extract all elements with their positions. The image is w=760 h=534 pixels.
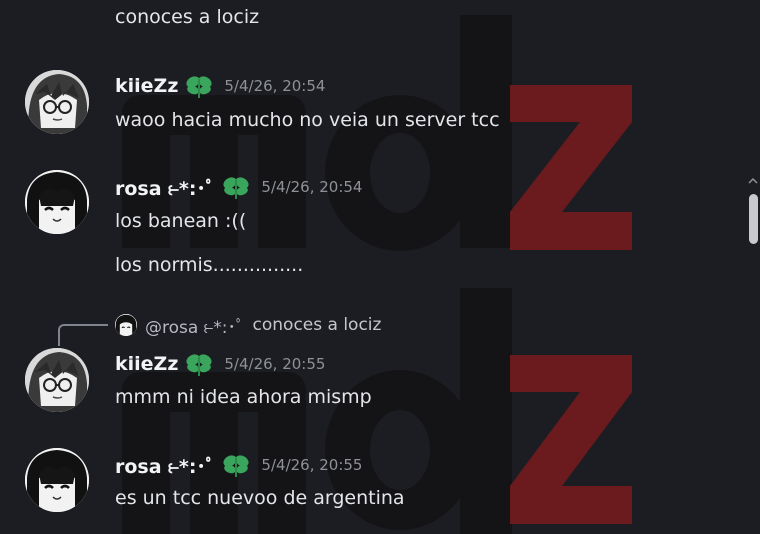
message-text: waoo hacia mucho no veia un server tcc — [115, 109, 500, 131]
green-leaf-badge-icon — [221, 452, 251, 478]
reply-spine — [58, 324, 108, 346]
username[interactable]: kiieZz — [115, 75, 178, 97]
message-header: rosa ⥼*:･ﾟ 5/4/26, 20:55 — [115, 452, 362, 478]
reply-mention[interactable]: @rosa ⥼*:･ﾟ — [145, 313, 245, 338]
avatar[interactable] — [25, 348, 89, 412]
anime-avatar-girl-icon — [25, 170, 89, 234]
message-text: los normis............... — [115, 254, 304, 276]
anime-avatar-girl-icon — [25, 448, 89, 512]
avatar[interactable] — [25, 70, 89, 134]
green-leaf-badge-icon — [221, 174, 251, 200]
message-text: mmm ni idea ahora mismp — [115, 386, 372, 408]
timestamp: 5/4/26, 20:54 — [261, 178, 363, 196]
scrollbar-thumb[interactable] — [749, 194, 758, 244]
timestamp: 5/4/26, 20:55 — [224, 355, 326, 373]
green-leaf-badge-icon — [184, 351, 214, 377]
reply-preview[interactable]: @rosa ⥼*:･ﾟ conoces a lociz — [115, 312, 381, 338]
message-text: es un tcc nuevoo de argentina — [115, 487, 405, 509]
reply-text: conoces a lociz — [252, 315, 382, 335]
timestamp: 5/4/26, 20:55 — [261, 456, 363, 474]
anime-avatar-glasses-icon — [25, 70, 89, 134]
chat-messages: conoces a lociz kiieZz 5/4/26, 20:54 wao… — [0, 0, 740, 534]
username[interactable]: rosa ⥼*:･ﾟ — [115, 174, 215, 201]
message-header: kiieZz 5/4/26, 20:54 — [115, 73, 325, 99]
message-header: kiieZz 5/4/26, 20:55 — [115, 351, 325, 377]
reply-avatar — [115, 314, 137, 336]
message-text: conoces a lociz — [115, 6, 260, 28]
message-text: los banean :(( — [115, 210, 247, 232]
message-header: rosa ⥼*:･ﾟ 5/4/26, 20:54 — [115, 174, 362, 200]
username[interactable]: kiieZz — [115, 353, 178, 375]
username[interactable]: rosa ⥼*:･ﾟ — [115, 452, 215, 479]
green-leaf-badge-icon — [184, 73, 214, 99]
avatar[interactable] — [25, 448, 89, 512]
anime-avatar-glasses-icon — [25, 348, 89, 412]
avatar[interactable] — [25, 170, 89, 234]
scroll-up-arrow-icon[interactable] — [748, 176, 758, 186]
timestamp: 5/4/26, 20:54 — [224, 77, 326, 95]
